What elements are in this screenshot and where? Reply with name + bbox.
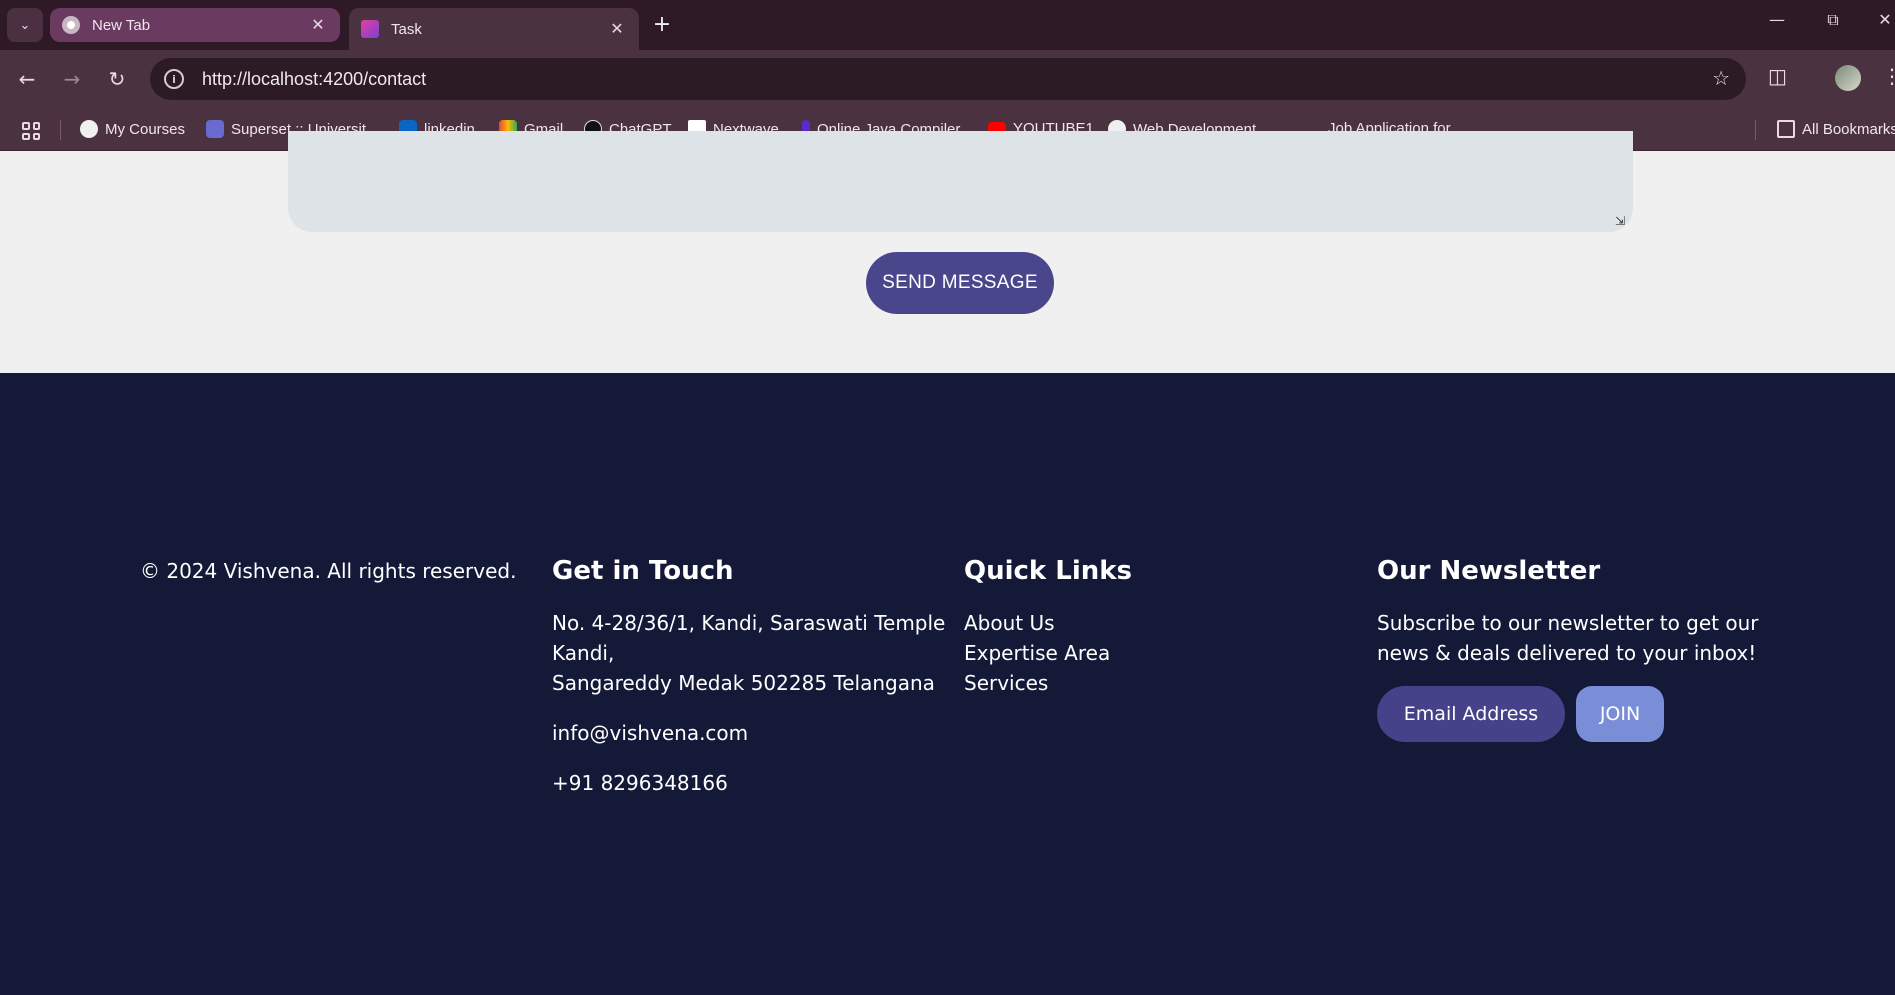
folder-icon <box>1777 120 1795 138</box>
contact-column: Get in Touch No. 4-28/36/1, Kandi, Saras… <box>552 556 945 798</box>
superset-icon <box>206 120 224 138</box>
bookmark-star-icon[interactable]: ☆ <box>1712 66 1730 90</box>
newsletter-column: Our Newsletter Subscribe to our newslett… <box>1377 556 1797 756</box>
contact-phone[interactable]: +91 8296348166 <box>552 768 945 798</box>
tab-title: Task <box>391 20 422 38</box>
address-line-3: Sangareddy Medak 502285 Telangana <box>552 671 935 695</box>
tab-title: New Tab <box>92 16 151 34</box>
bookmark-label: All Bookmarks <box>1802 120 1895 138</box>
new-tab-button[interactable]: + <box>652 12 672 37</box>
newsletter-text-line-2: news & deals delivered to your inbox! <box>1377 641 1757 665</box>
quick-links-column: Quick Links About Us Expertise Area Serv… <box>964 556 1132 698</box>
profile-avatar[interactable] <box>1835 65 1861 91</box>
extensions-icon[interactable]: ◫ <box>1768 64 1787 88</box>
bookmark-my-courses[interactable]: My Courses <box>80 120 185 138</box>
angular-icon <box>361 20 379 38</box>
message-textarea[interactable]: ⇲ <box>288 131 1633 232</box>
contact-heading: Get in Touch <box>552 556 734 586</box>
newsletter-email-input[interactable]: Email Address <box>1377 686 1565 742</box>
back-arrow-icon[interactable]: ← <box>12 64 42 94</box>
send-message-button[interactable]: SEND MESSAGE <box>866 252 1054 314</box>
bookmark-label: My Courses <box>105 120 186 138</box>
link-expertise-area[interactable]: Expertise Area <box>964 638 1132 668</box>
address-line-1: No. 4-28/36/1, Kandi, Saraswati Temple <box>552 611 946 635</box>
minimize-icon[interactable]: — <box>1762 10 1792 29</box>
link-services[interactable]: Services <box>964 668 1132 698</box>
join-button[interactable]: JOIN <box>1576 686 1664 742</box>
close-icon[interactable]: ✕ <box>607 19 627 39</box>
tab-task[interactable]: Task ✕ <box>349 8 639 50</box>
chrome-icon <box>62 16 80 34</box>
quick-links-heading: Quick Links <box>964 556 1133 586</box>
tab-strip: ⌄ New Tab ✕ Task ✕ + — ⧉ ✕ <box>0 0 1895 50</box>
link-about-us[interactable]: About Us <box>964 608 1132 638</box>
divider <box>60 120 61 140</box>
toolbar: ← → ↻ i http://localhost:4200/contact ☆ … <box>0 50 1895 108</box>
resize-grip-icon[interactable]: ⇲ <box>1615 214 1625 228</box>
chevron-down-icon: ⌄ <box>19 17 31 33</box>
page-content: ⇲ SEND MESSAGE © 2024 Vishvena. All righ… <box>0 131 1895 995</box>
browser-chrome: ⌄ New Tab ✕ Task ✕ + — ⧉ ✕ ← → ↻ i http:… <box>0 0 1895 151</box>
contact-email[interactable]: info@vishvena.com <box>552 718 945 748</box>
course-icon <box>80 120 98 138</box>
forward-arrow-icon[interactable]: → <box>57 64 87 94</box>
all-bookmarks[interactable]: All Bookmarks <box>1777 120 1895 138</box>
tab-search-button[interactable]: ⌄ <box>7 8 43 42</box>
apps-grid-icon[interactable] <box>22 122 40 140</box>
address-bar[interactable]: i http://localhost:4200/contact ☆ <box>150 58 1746 100</box>
window-close-icon[interactable]: ✕ <box>1870 10 1895 29</box>
close-icon[interactable]: ✕ <box>308 15 328 35</box>
site-info-icon[interactable]: i <box>164 69 184 89</box>
newsletter-heading: Our Newsletter <box>1377 556 1601 586</box>
tab-new-tab[interactable]: New Tab ✕ <box>50 8 340 42</box>
footer: © 2024 Vishvena. All rights reserved. Ge… <box>0 373 1895 995</box>
menu-dots-icon[interactable]: ⋮ <box>1882 64 1895 88</box>
newsletter-text-line-1: Subscribe to our newsletter to get our <box>1377 611 1759 635</box>
restore-icon[interactable]: ⧉ <box>1818 10 1848 30</box>
divider <box>1755 120 1756 140</box>
address-line-2: Kandi, <box>552 641 615 665</box>
reload-icon[interactable]: ↻ <box>102 64 132 94</box>
url-text[interactable]: http://localhost:4200/contact <box>202 69 426 90</box>
copyright-text: © 2024 Vishvena. All rights reserved. <box>140 559 517 583</box>
contact-form-section: ⇲ SEND MESSAGE <box>0 131 1895 373</box>
